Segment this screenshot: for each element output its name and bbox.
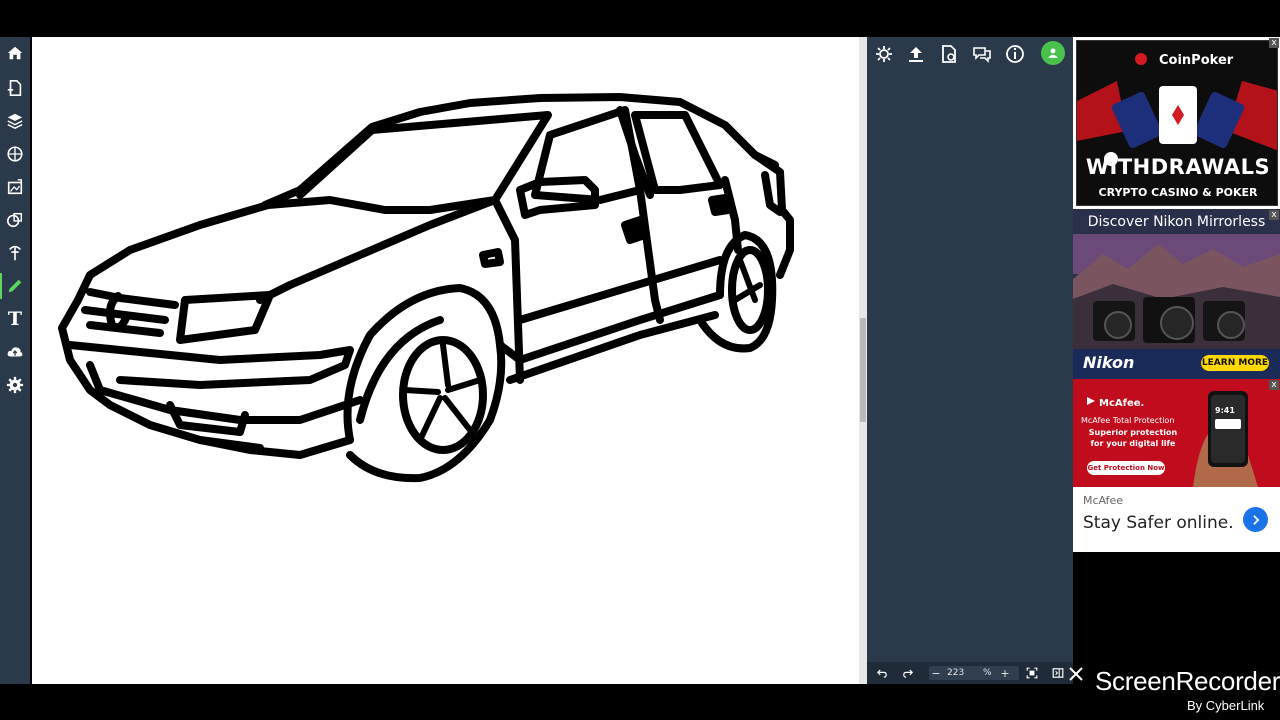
coinpoker-subhead: CRYPTO CASINO & POKER xyxy=(1098,186,1258,199)
mcafee-get-protection-button[interactable]: Get Protection Now xyxy=(1087,461,1165,475)
filters-icon[interactable] xyxy=(0,139,30,169)
nikon-learn-more-button[interactable]: LEARN MORE xyxy=(1201,355,1269,371)
zoom-input[interactable]: 223 xyxy=(947,666,977,680)
drawing-canvas[interactable] xyxy=(32,37,859,684)
brush-select-icon[interactable] xyxy=(0,238,30,268)
bottom-bar: − 223 % + xyxy=(867,662,1073,684)
mcafee-product: McAfee Total Protection xyxy=(1081,416,1175,425)
phone-time: 9:41 xyxy=(1215,406,1235,415)
nikon-ad[interactable]: Discover Nikon Mirrorless Nikon LEARN MO… xyxy=(1073,209,1280,379)
home-icon[interactable] xyxy=(0,38,30,68)
recorder-watermark-title: ScreenRecorder xyxy=(1095,666,1280,696)
coinpoker-brand: CoinPoker xyxy=(1159,53,1234,68)
upload-icon[interactable] xyxy=(905,43,927,65)
zoom-unit: % xyxy=(983,668,992,678)
coinpoker-ad[interactable]: CoinPoker WITHDRAWALS CRYPTO CASINO & PO… xyxy=(1076,40,1278,206)
scrollbar-thumb[interactable] xyxy=(860,318,866,422)
pencil-icon[interactable] xyxy=(0,271,30,301)
mcafee-text-ad[interactable]: McAfee Stay Safer online. xyxy=(1073,487,1280,552)
right-panel xyxy=(867,37,1073,684)
mcafee-tagline: Superior protection for your digital lif… xyxy=(1088,428,1178,448)
shapes-icon[interactable] xyxy=(0,205,30,235)
zoom-in-label: + xyxy=(1000,666,1010,680)
left-toolbar: T xyxy=(0,37,30,684)
text-tool-label: T xyxy=(7,308,23,330)
coinpoker-headline: WITHDRAWALS xyxy=(1085,155,1271,179)
text-icon[interactable]: T xyxy=(0,304,30,334)
screen: T − 223 % + CoinPoker WITHDRAWALS CRYPTO… xyxy=(0,0,1280,720)
recorder-watermark-sub: By CyberLink xyxy=(1187,698,1265,713)
settings-spark-icon[interactable] xyxy=(873,43,895,65)
info-icon[interactable] xyxy=(1004,43,1026,65)
new-page-icon[interactable] xyxy=(0,73,30,103)
chat-icon[interactable] xyxy=(971,43,993,65)
user-avatar-icon[interactable] xyxy=(1041,41,1065,65)
ad-close-icon[interactable]: x xyxy=(1269,38,1279,48)
zoom-in-button[interactable]: + xyxy=(998,665,1012,681)
nikon-logo: Nikon xyxy=(1083,353,1135,372)
layers-icon[interactable] xyxy=(0,106,30,136)
save-icon[interactable] xyxy=(938,43,960,65)
settings-icon[interactable] xyxy=(0,370,30,400)
zoom-out-label: − xyxy=(931,666,941,680)
mcafee-brand: McAfee. xyxy=(1099,398,1145,409)
chevron-right-icon[interactable] xyxy=(1243,507,1268,532)
panel-toggle-icon[interactable] xyxy=(1051,665,1065,681)
canvas-scrollbar[interactable] xyxy=(859,37,867,684)
ad-close-icon[interactable]: x xyxy=(1269,210,1279,220)
car-sketch xyxy=(58,93,794,483)
ad-column: CoinPoker WITHDRAWALS CRYPTO CASINO & PO… xyxy=(1073,37,1280,552)
zoom-out-button[interactable]: − xyxy=(929,665,943,681)
redo-icon[interactable] xyxy=(901,665,915,681)
mcafee-text-headline: Stay Safer online. xyxy=(1083,513,1234,533)
mcafee-banner-ad[interactable]: McAfee. 9:41 McAfee Total Protection Sup… xyxy=(1073,379,1280,487)
image-adjust-icon[interactable] xyxy=(0,172,30,202)
mcafee-text-brand: McAfee xyxy=(1083,494,1124,507)
recorder-close-icon[interactable] xyxy=(1069,666,1083,681)
nikon-title: Discover Nikon Mirrorless xyxy=(1087,214,1266,230)
undo-icon[interactable] xyxy=(875,665,889,681)
cloud-upload-icon[interactable] xyxy=(0,337,30,367)
ad-close-icon[interactable]: x xyxy=(1269,380,1279,390)
fit-screen-icon[interactable] xyxy=(1025,665,1039,681)
